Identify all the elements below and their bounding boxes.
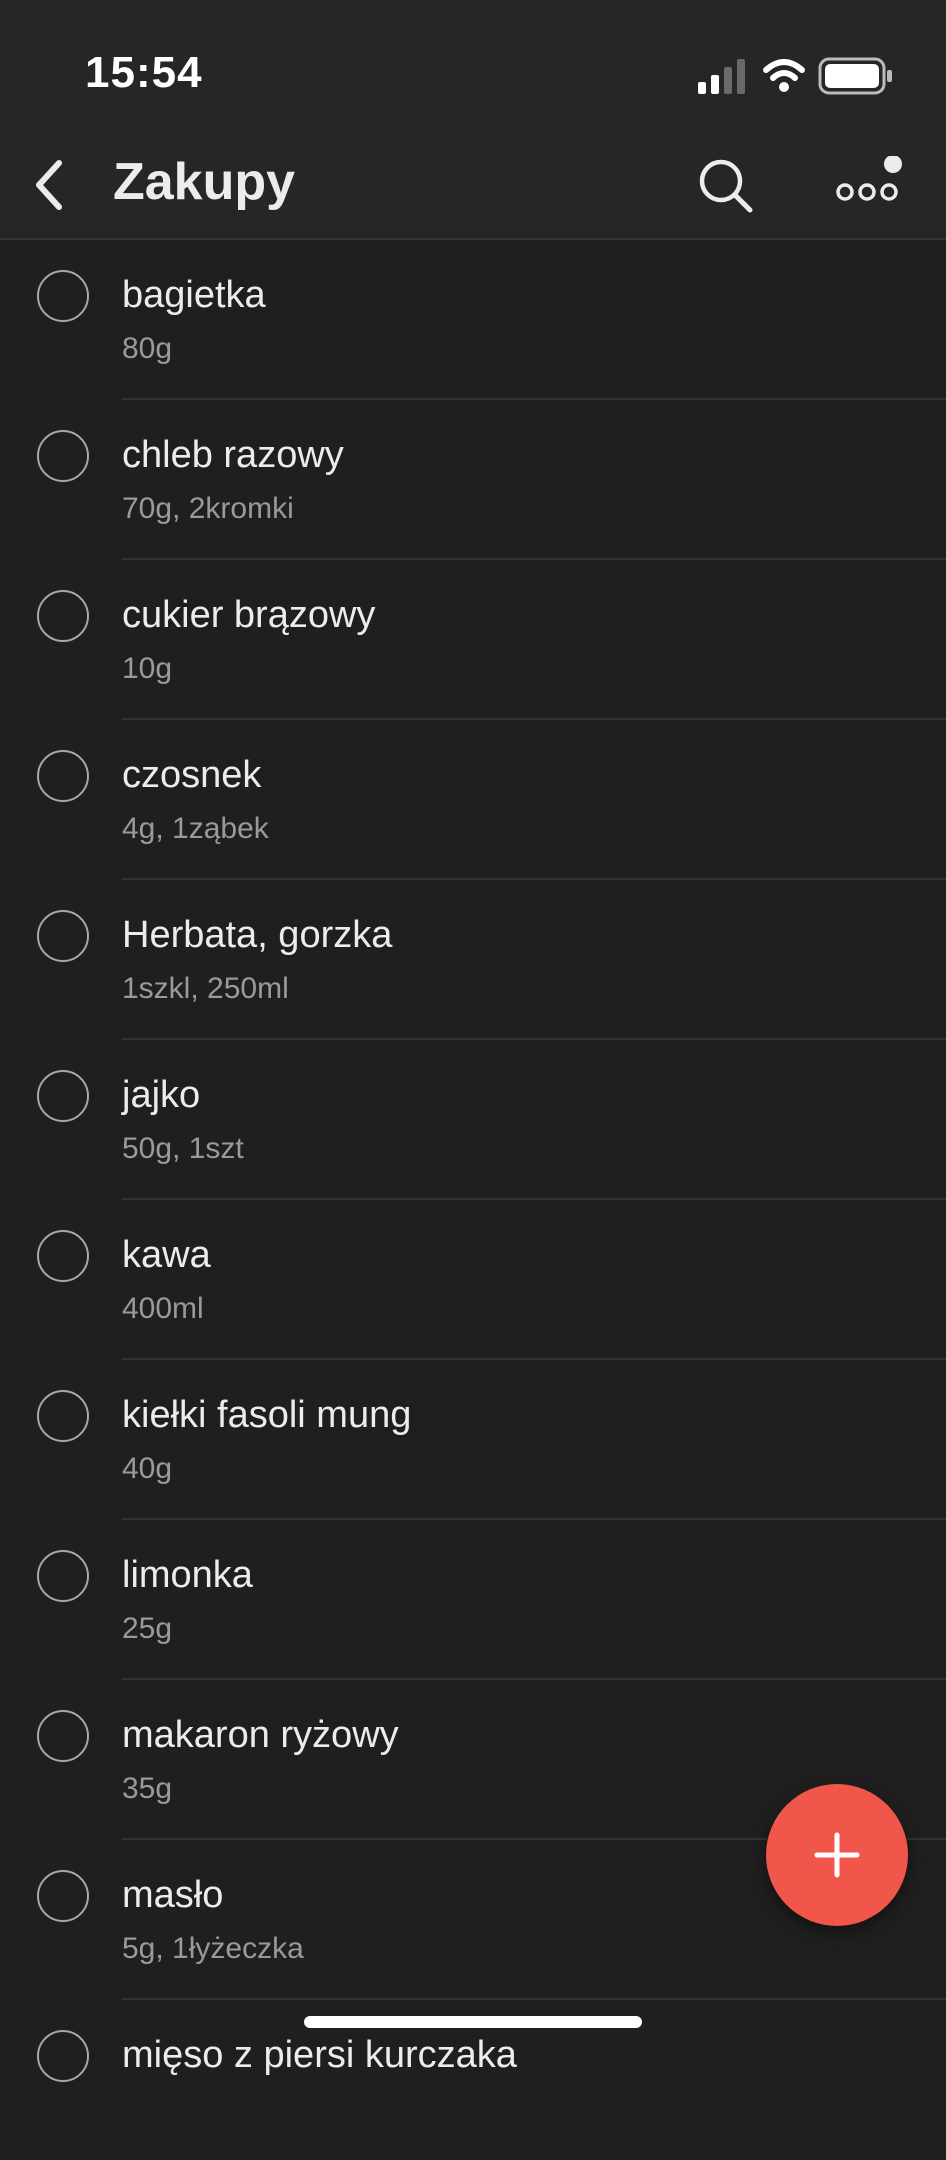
checkbox[interactable] bbox=[37, 1070, 89, 1122]
item-quantity: 25g bbox=[122, 1612, 173, 1645]
list-item[interactable]: chleb razowy 70g, 2kromki bbox=[0, 400, 946, 560]
item-quantity: 50g, 1szt bbox=[122, 1132, 244, 1165]
list-item[interactable]: Herbata, gorzka 1szkl, 250ml bbox=[0, 880, 946, 1040]
item-quantity: 1szkl, 250ml bbox=[122, 972, 289, 1005]
checkbox[interactable] bbox=[37, 750, 89, 802]
notification-dot bbox=[884, 156, 902, 173]
checkbox[interactable] bbox=[37, 430, 89, 482]
home-indicator[interactable] bbox=[304, 2016, 642, 2028]
item-name: kawa bbox=[122, 1234, 211, 1276]
checkbox[interactable] bbox=[37, 1710, 89, 1762]
list-item[interactable]: kiełki fasoli mung 40g bbox=[0, 1360, 946, 1520]
checkbox[interactable] bbox=[37, 270, 89, 322]
checkbox[interactable] bbox=[37, 2030, 89, 2082]
list-item[interactable]: jajko 50g, 1szt bbox=[0, 1040, 946, 1200]
list-item[interactable]: czosnek 4g, 1ząbek bbox=[0, 720, 946, 880]
add-item-button[interactable] bbox=[766, 1784, 908, 1926]
item-name: chleb razowy bbox=[122, 434, 344, 476]
list-item[interactable]: cukier brązowy 10g bbox=[0, 560, 946, 720]
checkbox[interactable] bbox=[37, 1230, 89, 1282]
back-button[interactable] bbox=[14, 150, 84, 220]
checkbox[interactable] bbox=[37, 1550, 89, 1602]
list-item[interactable]: bagietka 80g bbox=[0, 240, 946, 400]
item-name: limonka bbox=[122, 1554, 253, 1596]
item-name: kiełki fasoli mung bbox=[122, 1394, 412, 1436]
item-quantity: 5g, 1łyżeczka bbox=[122, 1932, 304, 1965]
item-quantity: 4g, 1ząbek bbox=[122, 812, 269, 845]
checkbox[interactable] bbox=[37, 590, 89, 642]
item-name: masło bbox=[122, 1874, 224, 1916]
item-name: czosnek bbox=[122, 754, 262, 796]
page-title: Zakupy bbox=[113, 153, 296, 211]
item-quantity: 70g, 2kromki bbox=[122, 492, 294, 525]
search-button[interactable] bbox=[690, 150, 762, 222]
item-quantity: 40g bbox=[122, 1452, 173, 1485]
item-quantity: 80g bbox=[122, 332, 173, 365]
list-item[interactable]: limonka 25g bbox=[0, 1520, 946, 1680]
status-icons bbox=[698, 56, 898, 96]
status-bar: 15:54 bbox=[0, 0, 946, 130]
item-name: cukier brązowy bbox=[122, 594, 376, 636]
item-name: mięso z piersi kurczaka bbox=[122, 2034, 517, 2076]
status-time: 15:54 bbox=[85, 48, 203, 97]
item-name: Herbata, gorzka bbox=[122, 914, 393, 956]
item-quantity: 400ml bbox=[122, 1292, 204, 1325]
search-icon bbox=[699, 159, 753, 213]
list-item[interactable]: kawa 400ml bbox=[0, 1200, 946, 1360]
plus-icon bbox=[814, 1832, 860, 1878]
nav-header: Zakupy bbox=[0, 130, 946, 240]
item-name: jajko bbox=[122, 1074, 201, 1116]
status-indicators-icon bbox=[698, 57, 892, 95]
item-name: bagietka bbox=[122, 274, 266, 316]
item-name: makaron ryżowy bbox=[122, 1714, 399, 1756]
item-quantity: 35g bbox=[122, 1772, 173, 1805]
checkbox[interactable] bbox=[37, 1870, 89, 1922]
checkbox[interactable] bbox=[37, 1390, 89, 1442]
ellipsis-icon bbox=[836, 156, 902, 201]
item-quantity: 10g bbox=[122, 652, 173, 685]
chevron-left-icon bbox=[36, 160, 62, 210]
checkbox[interactable] bbox=[37, 910, 89, 962]
more-options-button[interactable] bbox=[830, 150, 910, 222]
